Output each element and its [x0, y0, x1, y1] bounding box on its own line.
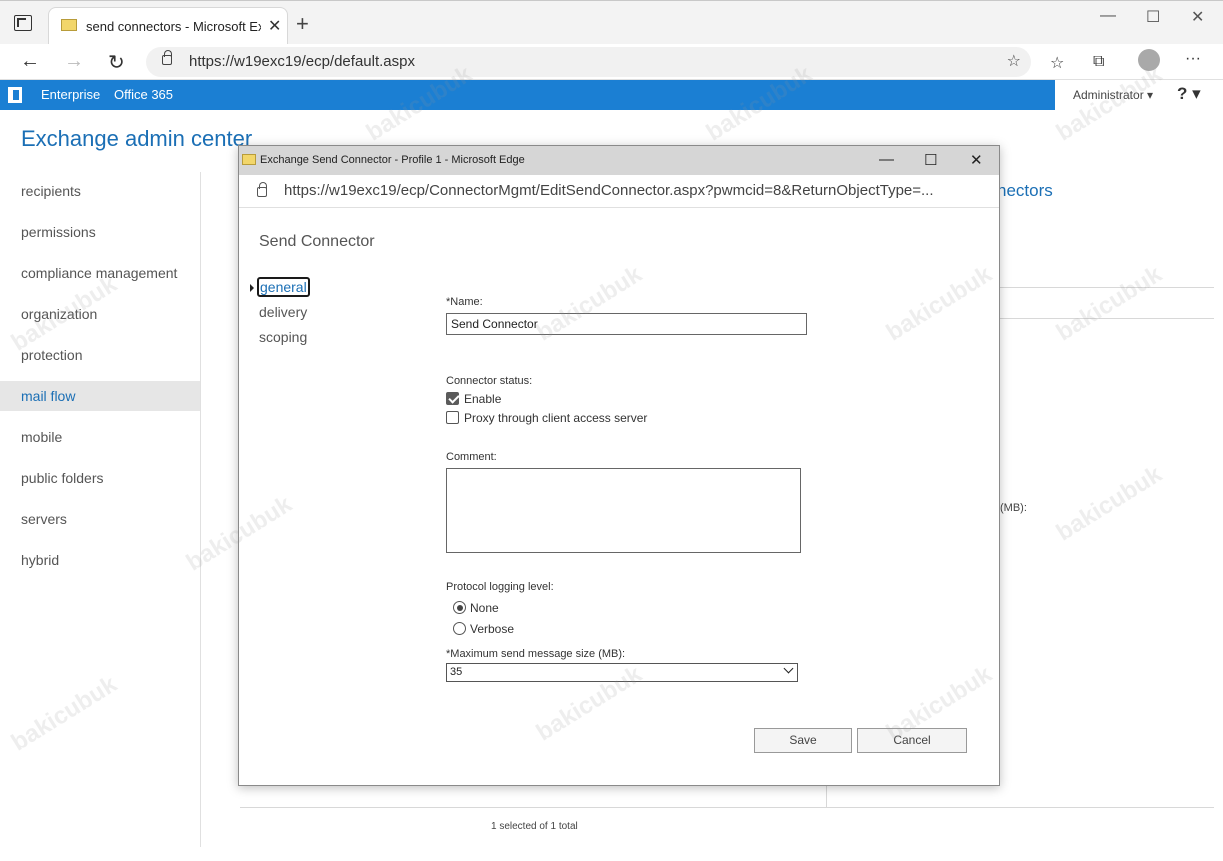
popup-title-bar: Exchange Send Connector - Profile 1 - Mi… [239, 146, 999, 175]
enable-label: Enable [464, 392, 502, 406]
nav-recipients[interactable]: recipients [0, 176, 200, 206]
tab-delivery[interactable]: delivery [259, 304, 307, 320]
max-size-value: 35 [450, 666, 463, 678]
watermark: bakicubuk [1051, 260, 1167, 347]
nav-office-365[interactable]: Office 365 [114, 87, 173, 102]
comment-field[interactable] [446, 468, 801, 553]
window-minimize-button[interactable]: — [1100, 7, 1116, 25]
tab-title: send connectors - Microsoft Exchange [86, 19, 261, 34]
watermark: bakicubuk [6, 670, 122, 757]
profile-avatar[interactable] [1138, 49, 1160, 71]
nav-compliance-management[interactable]: compliance management [0, 258, 200, 288]
popup-minimize-button[interactable]: — [879, 151, 894, 168]
add-favorite-icon[interactable]: ☆ [1007, 51, 1021, 71]
back-button[interactable]: ← [20, 50, 40, 73]
tab-scoping[interactable]: scoping [259, 329, 307, 345]
name-field[interactable]: Send Connector [446, 313, 807, 335]
max-size-label: *Maximum send message size (MB): [446, 648, 626, 660]
list-pane-divider [826, 786, 827, 807]
connector-status-label: Connector status: [446, 375, 533, 387]
nav-enterprise[interactable]: Enterprise [41, 87, 100, 102]
tab-actions-icon[interactable] [14, 15, 32, 31]
refresh-button[interactable]: ↻ [108, 50, 125, 75]
administrator-menu[interactable]: Administrator ▾ [1073, 88, 1153, 102]
watermark: bakicubuk [1051, 460, 1167, 547]
selection-status: 1 selected of 1 total [491, 821, 578, 832]
details-divider [1000, 318, 1214, 319]
nav-mobile[interactable]: mobile [0, 422, 200, 452]
page-title: Exchange admin center [21, 126, 253, 151]
exchange-header: Enterprise Office 365 Administrator ▾ ? … [0, 80, 1223, 110]
url-field[interactable]: https://w19exc19/ecp/default.aspx ☆ [146, 47, 1031, 77]
popup-maximize-button[interactable]: ☐ [924, 151, 937, 169]
office-logo-icon [8, 87, 22, 103]
send-connector-popup: Exchange Send Connector - Profile 1 - Mi… [238, 145, 1000, 786]
logging-verbose-radio[interactable] [453, 622, 466, 635]
protocol-logging-label: Protocol logging level: [446, 581, 554, 593]
url-text: https://w19exc19/ecp/default.aspx [189, 53, 415, 70]
popup-url-text: https://w19exc19/ecp/ConnectorMgmt/EditS… [284, 182, 934, 199]
window-close-button[interactable]: ✕ [1191, 7, 1204, 27]
exchange-window-icon [242, 154, 256, 165]
nav-divider [200, 172, 201, 847]
cancel-button[interactable]: Cancel [857, 728, 967, 753]
save-button[interactable]: Save [754, 728, 852, 753]
lock-icon[interactable] [257, 182, 267, 197]
logging-verbose-label: Verbose [470, 622, 515, 636]
dialog-heading: Send Connector [259, 233, 375, 250]
nav-protection[interactable]: protection [0, 340, 200, 370]
details-divider [1000, 287, 1214, 288]
nav-organization[interactable]: organization [0, 299, 200, 329]
logging-none-label: None [470, 601, 499, 615]
proxy-checkbox[interactable] [446, 411, 459, 424]
nav-permissions[interactable]: permissions [0, 217, 200, 247]
popup-window-title: Exchange Send Connector - Profile 1 - Mi… [260, 154, 525, 166]
max-size-select[interactable]: 35 [446, 663, 798, 682]
new-tab-button[interactable]: + [296, 11, 309, 37]
popup-url-bar: https://w19exc19/ecp/ConnectorMgmt/EditS… [239, 175, 999, 208]
browser-tab[interactable]: send connectors - Microsoft Exchange ✕ [48, 7, 288, 45]
comment-label: Comment: [446, 451, 497, 463]
favorites-icon[interactable]: ☆ [1050, 53, 1064, 73]
logging-none-radio[interactable] [453, 601, 466, 614]
nav-mail-flow[interactable]: mail flow [0, 381, 200, 411]
enable-checkbox[interactable] [446, 392, 459, 405]
tab-close-icon[interactable]: ✕ [268, 16, 281, 36]
list-bottom-divider [240, 807, 1214, 808]
popup-close-button[interactable]: ✕ [970, 151, 983, 169]
send-connectors-link[interactable]: nectors [997, 181, 1053, 201]
name-label: *Name: [446, 296, 483, 308]
window-maximize-button[interactable]: ☐ [1146, 7, 1160, 27]
forward-button[interactable]: → [64, 50, 84, 73]
nav-servers[interactable]: servers [0, 504, 200, 534]
browser-address-bar: ← → ↻ https://w19exc19/ecp/default.aspx … [0, 44, 1223, 80]
help-menu[interactable]: ? ▾ [1177, 84, 1201, 104]
exchange-favicon-icon [61, 19, 77, 31]
proxy-label: Proxy through client access server [464, 411, 648, 425]
selected-tab-arrow-icon [250, 284, 254, 292]
chevron-down-icon [783, 663, 794, 674]
tab-general[interactable]: general [257, 277, 310, 297]
browser-tab-bar: send connectors - Microsoft Exchange ✕ +… [0, 0, 1223, 45]
nav-public-folders[interactable]: public folders [0, 463, 200, 493]
details-mb-label: (MB): [1000, 502, 1027, 514]
more-menu-icon[interactable]: ··· [1185, 50, 1201, 68]
nav-hybrid[interactable]: hybrid [0, 545, 200, 575]
collections-icon[interactable]: ⧉ [1093, 53, 1104, 71]
lock-icon[interactable] [162, 50, 172, 65]
